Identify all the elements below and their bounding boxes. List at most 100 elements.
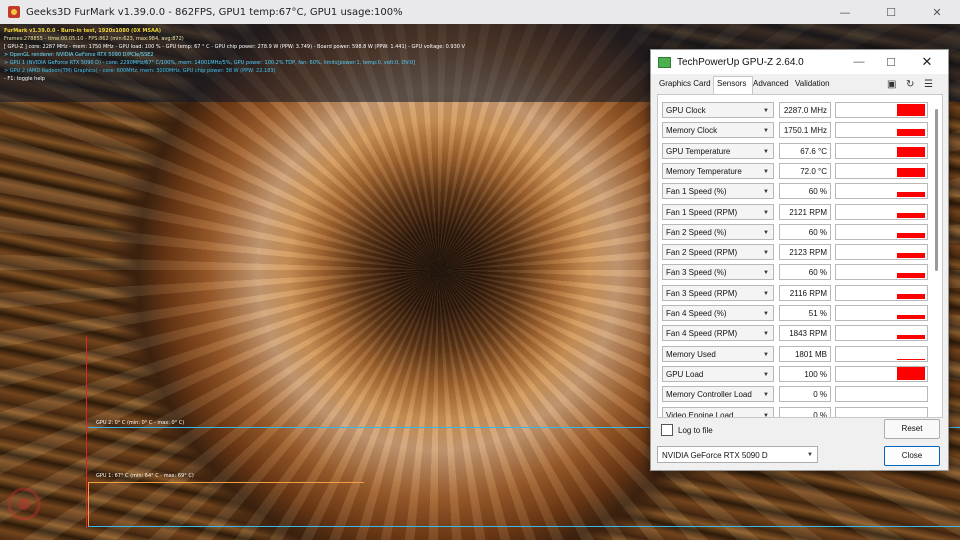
- maximize-button[interactable]: ☐: [868, 0, 914, 24]
- sensor-graph-fill: [897, 273, 925, 279]
- gpu1-temp-curve: [88, 482, 364, 483]
- sensor-name: Memory Clock: [666, 126, 718, 136]
- chevron-down-icon: ▼: [807, 452, 813, 458]
- gpu1-graph-baseline: [88, 526, 960, 527]
- close-button[interactable]: ✕: [914, 0, 960, 24]
- sensor-graph-fill: [897, 315, 925, 319]
- sensors-scrollbar[interactable]: [934, 101, 939, 407]
- sensor-name-dropdown[interactable]: Fan 1 Speed (%) ▼: [662, 183, 774, 200]
- sensor-name-dropdown[interactable]: Fan 2 Speed (%) ▼: [662, 223, 774, 240]
- sensor-name: GPU Temperature: [666, 146, 731, 156]
- sensor-graph-fill: [897, 212, 925, 218]
- gpuz-minimize-button[interactable]: —: [843, 50, 875, 74]
- tab-validation[interactable]: Validation: [795, 79, 830, 88]
- sensor-value: 60 %: [779, 223, 831, 240]
- sensor-row: Fan 2 Speed (%) ▼ 60 %: [662, 223, 932, 242]
- furmark-window-title: Geeks3D FurMark v1.39.0.0 - 862FPS, GPU1…: [26, 6, 403, 18]
- sensor-graph-fill: [897, 129, 925, 137]
- sensor-graph: [835, 365, 928, 382]
- sensor-name-dropdown[interactable]: Video Engine Load ▼: [662, 406, 774, 418]
- sensor-row: Fan 3 Speed (RPM) ▼ 2116 RPM: [662, 284, 932, 303]
- gpu1-temp-ramp: [88, 482, 89, 526]
- scrollbar-thumb[interactable]: [935, 109, 938, 271]
- sensor-name-dropdown[interactable]: Memory Temperature ▼: [662, 162, 774, 179]
- sensor-row: Fan 1 Speed (RPM) ▼ 2121 RPM: [662, 203, 932, 222]
- sensor-name: Video Engine Load: [666, 410, 734, 418]
- sensor-value: 60 %: [779, 264, 831, 281]
- sensor-name: Memory Used: [666, 349, 716, 359]
- sensor-graph-fill: [897, 167, 925, 177]
- tab-sensors[interactable]: Sensors: [717, 79, 746, 88]
- chevron-down-icon: ▼: [763, 270, 769, 277]
- osd-line-help: - F1: toggle help: [4, 76, 45, 82]
- reset-button[interactable]: Reset: [884, 419, 940, 439]
- osd-line-frames: Frames:278855 - time:00:05:10 - FPS:862 …: [4, 36, 184, 42]
- sensor-row: Fan 1 Speed (%) ▼ 60 %: [662, 182, 932, 201]
- sensor-row: Fan 4 Speed (%) ▼ 51 %: [662, 304, 932, 323]
- sensor-name: Fan 4 Speed (RPM): [666, 329, 738, 339]
- sensor-graph: [835, 183, 928, 200]
- sensor-graph: [835, 142, 928, 159]
- sensor-name-dropdown[interactable]: GPU Temperature ▼: [662, 142, 774, 159]
- osd-line-renderer: > OpenGL renderer: NVIDIA GeForce RTX 50…: [4, 52, 154, 58]
- sensor-row: GPU Clock ▼ 2287.0 MHz: [662, 101, 932, 120]
- camera-icon[interactable]: ▣: [887, 79, 896, 90]
- sensor-name-dropdown[interactable]: Fan 4 Speed (RPM) ▼: [662, 325, 774, 342]
- sensor-graph-fill: [897, 335, 925, 340]
- minimize-button[interactable]: —: [822, 0, 868, 24]
- sensor-graph-fill: [897, 192, 925, 198]
- sensor-name-dropdown[interactable]: GPU Load ▼: [662, 365, 774, 382]
- sensor-name-dropdown[interactable]: Fan 2 Speed (RPM) ▼: [662, 244, 774, 261]
- tab-advanced[interactable]: Advanced: [753, 79, 789, 88]
- sensor-name: Fan 2 Speed (%): [666, 227, 727, 237]
- gpu1-temp-label: GPU 1: 67° C (min: 64° C - max: 69° C): [96, 473, 194, 479]
- sensor-name-dropdown[interactable]: Fan 3 Speed (%) ▼: [662, 264, 774, 281]
- sensor-name-dropdown[interactable]: Memory Controller Load ▼: [662, 386, 774, 403]
- close-button-gpuz[interactable]: Close: [884, 446, 940, 466]
- chevron-down-icon: ▼: [763, 290, 769, 297]
- gpuz-close-icon[interactable]: ✕: [911, 50, 943, 74]
- sensor-row: Memory Clock ▼ 1750.1 MHz: [662, 121, 932, 140]
- sensor-name: Fan 3 Speed (%): [666, 268, 727, 278]
- osd-line-version: FurMark v1.39.0.0 - Burn-in test, 1920x1…: [4, 28, 162, 34]
- sensor-value: 51 %: [779, 305, 831, 321]
- sensor-row: Video Engine Load ▼ 0 %: [662, 406, 932, 418]
- gpuz-maximize-button[interactable]: ☐: [875, 50, 907, 74]
- sensor-value: 2123 RPM: [779, 244, 831, 261]
- sensor-name-dropdown[interactable]: GPU Clock ▼: [662, 102, 774, 118]
- chevron-down-icon: ▼: [763, 128, 769, 135]
- sensor-name: Memory Temperature: [666, 166, 742, 176]
- sensor-name: GPU Clock: [666, 106, 706, 115]
- sensor-name: Fan 4 Speed (%): [666, 309, 727, 318]
- sensor-graph: [835, 406, 928, 417]
- sensor-row: Fan 3 Speed (%) ▼ 60 %: [662, 263, 932, 282]
- sensor-graph: [835, 345, 928, 362]
- chevron-down-icon: ▼: [763, 108, 769, 114]
- sensor-name: Fan 3 Speed (RPM): [666, 288, 738, 298]
- log-to-file-row[interactable]: Log to file: [661, 423, 713, 437]
- sensor-name-dropdown[interactable]: Memory Used ▼: [662, 345, 774, 362]
- tab-graphics-card[interactable]: Graphics Card: [659, 79, 711, 88]
- chevron-down-icon: ▼: [763, 392, 769, 399]
- sensor-name-dropdown[interactable]: Fan 4 Speed (%) ▼: [662, 305, 774, 321]
- chevron-down-icon: ▼: [763, 168, 769, 175]
- menu-icon[interactable]: ☰: [924, 79, 933, 90]
- sensor-graph-fill: [897, 146, 925, 157]
- sensor-name-dropdown[interactable]: Memory Clock ▼: [662, 122, 774, 139]
- gpu-select-value: NVIDIA GeForce RTX 5090 D: [662, 451, 768, 460]
- chevron-down-icon: ▼: [763, 311, 769, 317]
- gpu-select-dropdown[interactable]: NVIDIA GeForce RTX 5090 D ▼: [657, 446, 818, 463]
- sensor-graph: [835, 264, 928, 281]
- gpuz-window: TechPowerUp GPU-Z 2.64.0 — ☐ ✕ Graphics …: [650, 49, 949, 471]
- gpuz-window-title: TechPowerUp GPU-Z 2.64.0: [677, 56, 804, 68]
- log-to-file-checkbox[interactable]: [661, 424, 673, 436]
- sensor-name-dropdown[interactable]: Fan 1 Speed (RPM) ▼: [662, 203, 774, 220]
- refresh-icon[interactable]: ↻: [906, 79, 914, 90]
- sensor-row: GPU Temperature ▼ 67.6 °C: [662, 142, 932, 161]
- sensor-row: GPU Load ▼ 100 %: [662, 365, 932, 384]
- furmark-titlebar: Geeks3D FurMark v1.39.0.0 - 862FPS, GPU1…: [0, 0, 960, 24]
- sensor-row: Fan 2 Speed (RPM) ▼ 2123 RPM: [662, 243, 932, 262]
- sensor-name-dropdown[interactable]: Fan 3 Speed (RPM) ▼: [662, 284, 774, 301]
- sensor-graph: [835, 122, 928, 139]
- sensors-panel: GPU Clock ▼ 2287.0 MHz Memory Clock ▼ 1750.1 …: [657, 94, 943, 418]
